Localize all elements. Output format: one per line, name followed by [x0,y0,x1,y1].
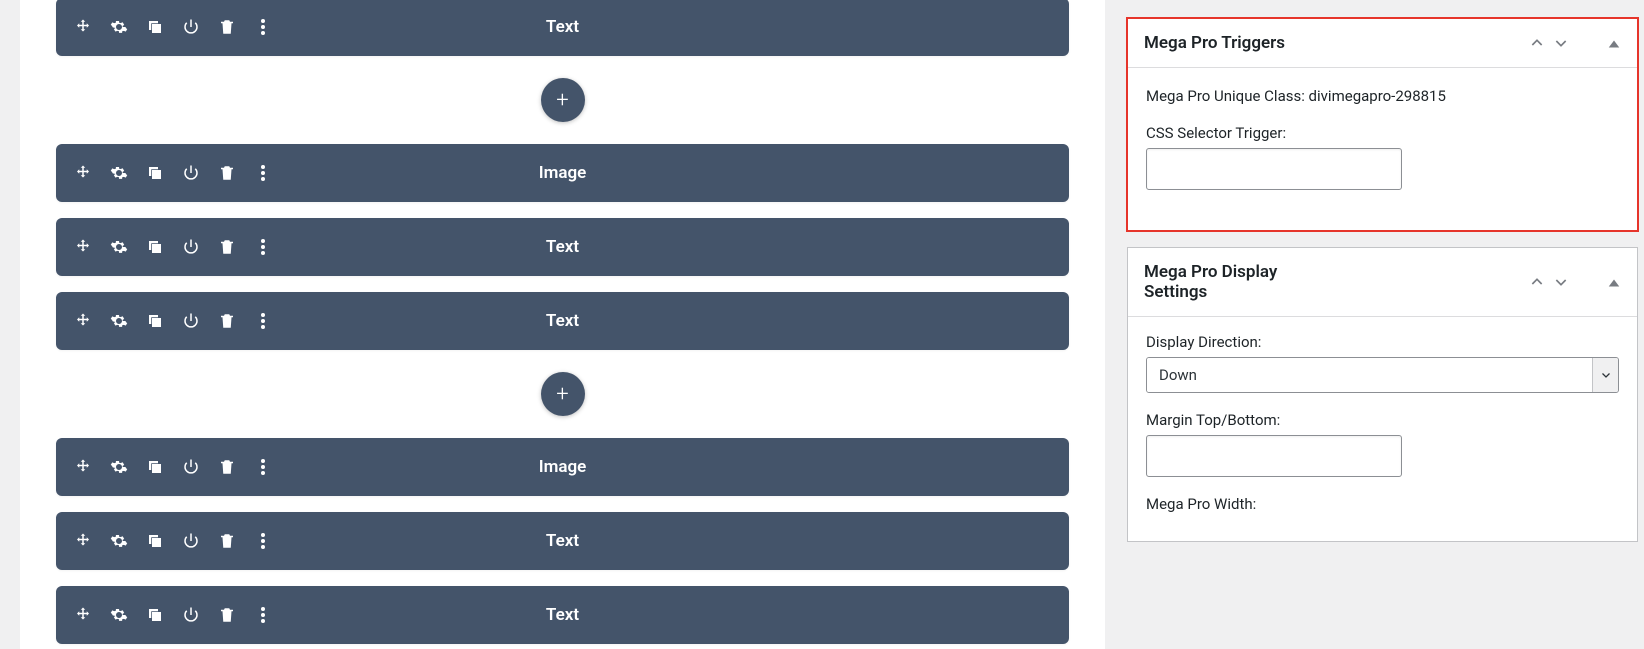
trash-icon[interactable] [218,532,236,550]
move-icon[interactable] [74,532,92,550]
duplicate-icon[interactable] [146,18,164,36]
chevron-down-icon[interactable] [1553,35,1569,51]
collapse-up-icon[interactable] [1607,36,1621,50]
duplicate-icon[interactable] [146,312,164,330]
more-icon[interactable] [254,312,272,330]
plus-icon: + [556,382,568,407]
collapse-up-icon[interactable] [1607,275,1621,289]
gear-icon[interactable] [110,312,128,330]
panel-header[interactable]: Mega Pro Display Settings [1128,248,1637,317]
add-module-button[interactable]: + [541,78,585,122]
more-icon[interactable] [254,238,272,256]
module-tools [74,532,272,550]
panel-body: Display Direction: Down Margin Top/Botto… [1128,317,1637,541]
more-icon[interactable] [254,18,272,36]
panel-title: Mega Pro Display Settings [1144,262,1344,302]
chevron-down-icon [1592,358,1618,392]
css-selector-label: CSS Selector Trigger: [1146,124,1619,142]
module-tools [74,164,272,182]
trash-icon[interactable] [218,458,236,476]
sidebar: Mega Pro Triggers Mega Pro Unique Class:… [1125,0,1644,649]
module-row-text[interactable]: Text [56,218,1069,276]
gear-icon[interactable] [110,606,128,624]
display-direction-select[interactable]: Down [1146,357,1619,393]
trash-icon[interactable] [218,238,236,256]
unique-class-text: Mega Pro Unique Class: divimegapro-29881… [1146,84,1619,108]
module-tools [74,458,272,476]
module-row-image[interactable]: Image [56,144,1069,202]
panel-body: Mega Pro Unique Class: divimegapro-29881… [1128,68,1637,230]
module-row-text[interactable]: Text [56,512,1069,570]
chevron-up-icon[interactable] [1529,274,1545,290]
editor-column: Text + Image [0,0,1125,649]
chevron-up-icon[interactable] [1529,35,1545,51]
trash-icon[interactable] [218,164,236,182]
panel-mega-pro-triggers: Mega Pro Triggers Mega Pro Unique Class:… [1127,18,1638,231]
move-icon[interactable] [74,312,92,330]
panel-header[interactable]: Mega Pro Triggers [1128,19,1637,68]
power-icon[interactable] [182,532,200,550]
module-row-image[interactable]: Image [56,438,1069,496]
display-direction-value: Down [1147,358,1592,392]
power-icon[interactable] [182,312,200,330]
power-icon[interactable] [182,18,200,36]
gear-icon[interactable] [110,164,128,182]
duplicate-icon[interactable] [146,458,164,476]
duplicate-icon[interactable] [146,238,164,256]
panel-mega-pro-display-settings: Mega Pro Display Settings Display Direct… [1127,247,1638,542]
margin-label: Margin Top/Bottom: [1146,411,1619,429]
more-icon[interactable] [254,164,272,182]
panel-title: Mega Pro Triggers [1144,33,1285,53]
duplicate-icon[interactable] [146,164,164,182]
module-tools [74,238,272,256]
trash-icon[interactable] [218,606,236,624]
gear-icon[interactable] [110,18,128,36]
duplicate-icon[interactable] [146,532,164,550]
width-label: Mega Pro Width: [1146,495,1619,513]
move-icon[interactable] [74,238,92,256]
gear-icon[interactable] [110,532,128,550]
trash-icon[interactable] [218,18,236,36]
module-row-text[interactable]: Text [56,0,1069,56]
module-tools [74,312,272,330]
power-icon[interactable] [182,164,200,182]
editor-surface: Text + Image [20,0,1105,649]
module-tools [74,18,272,36]
move-icon[interactable] [74,164,92,182]
gear-icon[interactable] [110,238,128,256]
margin-input[interactable] [1146,435,1402,477]
power-icon[interactable] [182,606,200,624]
trash-icon[interactable] [218,312,236,330]
power-icon[interactable] [182,238,200,256]
duplicate-icon[interactable] [146,606,164,624]
module-row-text[interactable]: Text [56,292,1069,350]
display-direction-label: Display Direction: [1146,333,1619,351]
module-row-text[interactable]: Text [56,586,1069,644]
css-selector-input[interactable] [1146,148,1402,190]
more-icon[interactable] [254,606,272,624]
move-icon[interactable] [74,606,92,624]
more-icon[interactable] [254,458,272,476]
chevron-down-icon[interactable] [1553,274,1569,290]
more-icon[interactable] [254,532,272,550]
move-icon[interactable] [74,18,92,36]
gear-icon[interactable] [110,458,128,476]
add-module-button[interactable]: + [541,372,585,416]
module-tools [74,606,272,624]
plus-icon: + [556,88,568,113]
move-icon[interactable] [74,458,92,476]
power-icon[interactable] [182,458,200,476]
